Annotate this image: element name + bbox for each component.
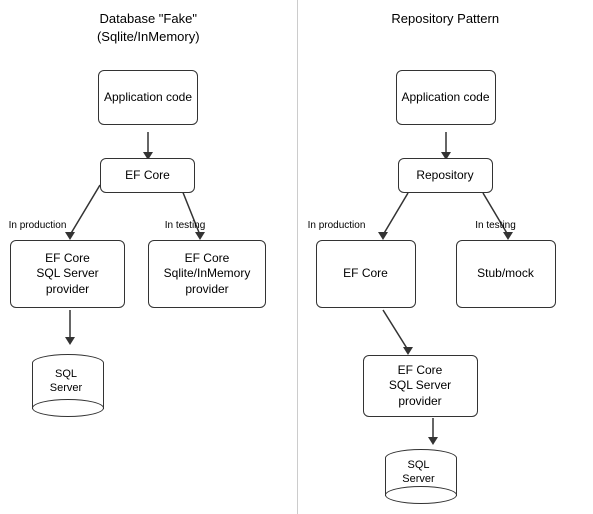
right-production-box: EF Core SQL Server provider [363,355,478,417]
left-sql-cylinder: SQL Server [30,345,106,425]
left-in-testing-label: In testing [155,220,215,231]
right-in-testing-label: In testing [466,220,526,231]
right-repository-box: Repository [398,158,493,193]
left-in-production-label: In production [5,220,70,231]
left-testing-box: EF Core Sqlite/InMemory provider [148,240,266,308]
left-ef-core-box: EF Core [100,158,195,193]
diagram-container: Database "Fake" (Sqlite/InMemory) Applic… [0,0,593,514]
right-sql-cylinder: SQL Server [383,440,459,512]
left-production-box: EF Core SQL Server provider [10,240,125,308]
right-stub-mock-box: Stub/mock [456,240,556,308]
right-app-code-box: Application code [396,70,496,125]
right-ef-core-box: EF Core [316,240,416,308]
right-title: Repository Pattern [298,0,593,28]
left-app-code-box: Application code [98,70,198,125]
left-title: Database "Fake" (Sqlite/InMemory) [0,0,297,46]
right-in-production-label: In production [303,220,371,231]
left-diagram: Database "Fake" (Sqlite/InMemory) Applic… [0,0,297,514]
right-diagram: Repository Pattern Application code Repo… [297,0,593,514]
